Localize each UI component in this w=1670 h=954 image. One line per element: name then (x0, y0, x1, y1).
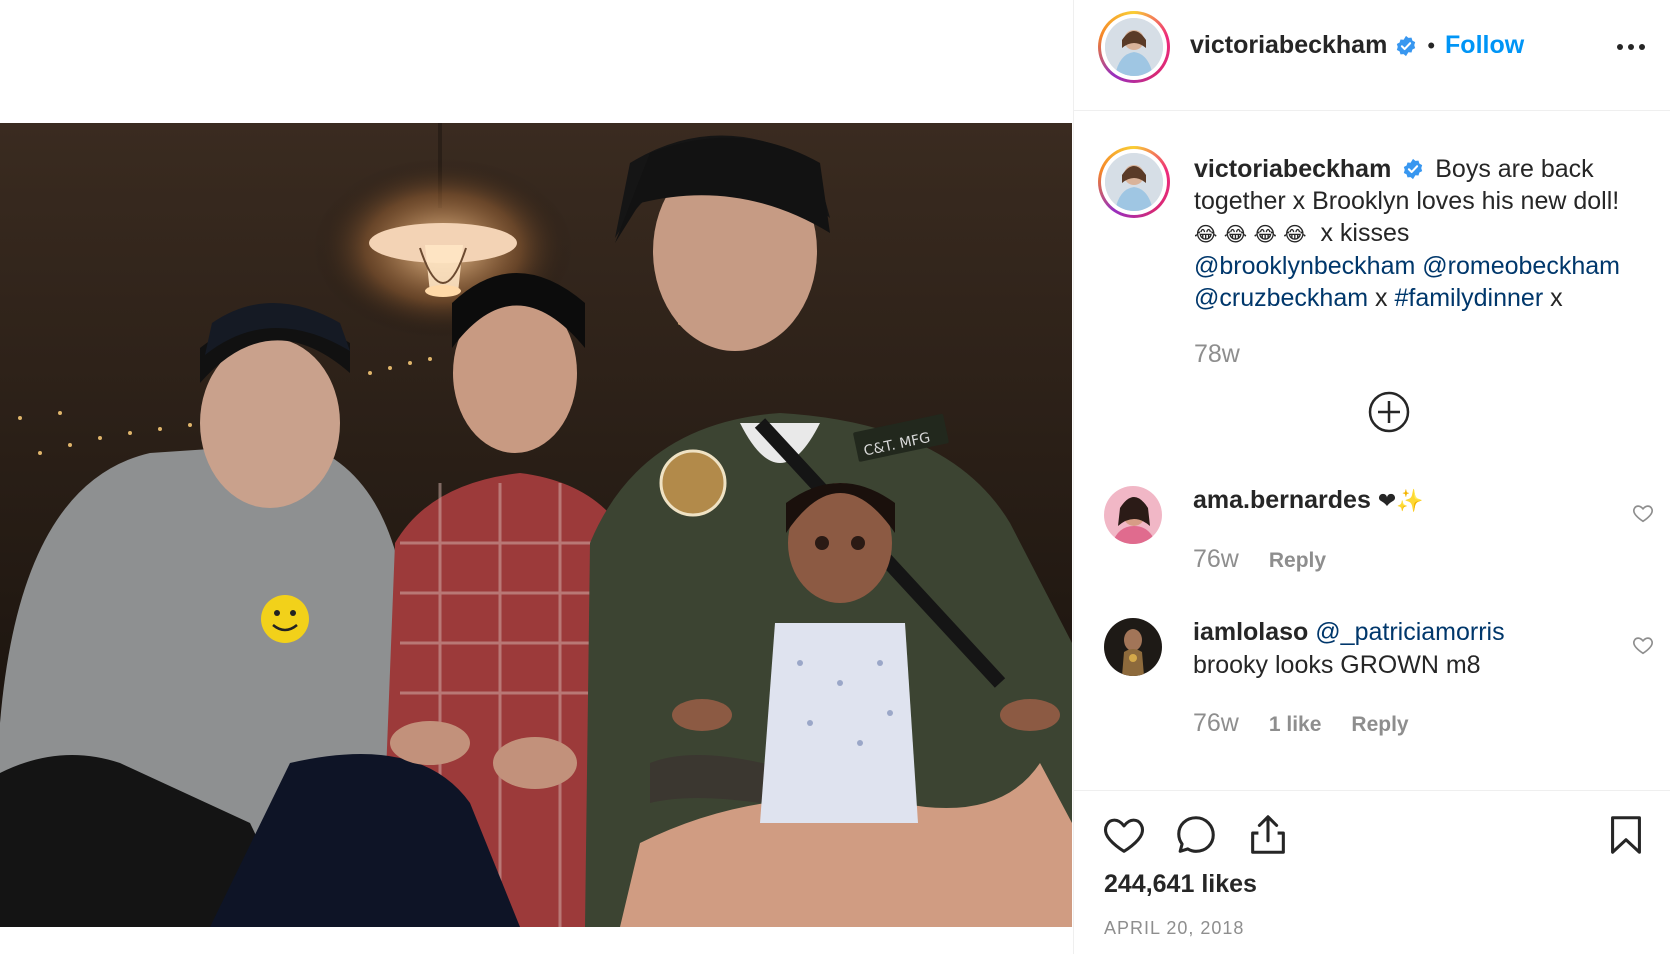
caption-line-1: Boys are back (1435, 155, 1594, 183)
comment-2-like-heart-icon[interactable] (1632, 634, 1654, 656)
photo-panel: C&T. MFG (0, 0, 1072, 954)
comment-1-row: ama.bernardes ❤✨ (1193, 486, 1424, 515)
comment-2-mention[interactable]: @_patriciamorris (1315, 618, 1504, 646)
post-side-panel: victoriabeckham • Follow victoriabeckham… (1073, 0, 1670, 954)
comment-1-age[interactable]: 76w (1193, 545, 1239, 574)
comment-2-age[interactable]: 76w (1193, 709, 1239, 738)
comment-2-meta: 76w 1 like Reply (1193, 709, 1409, 738)
plus-circle-icon[interactable] (1367, 390, 1411, 434)
comment-2-username[interactable]: iamlolaso (1193, 618, 1308, 646)
commenter-avatar-1[interactable] (1104, 486, 1162, 544)
caption-sep-x: x (1375, 284, 1388, 312)
caption-text: victoriabeckham Boys are back together x… (1194, 153, 1664, 314)
caption-username[interactable]: victoriabeckham (1194, 155, 1391, 183)
more-options-icon[interactable] (1613, 32, 1649, 62)
separator-dot: • (1427, 32, 1436, 58)
mention-romeo[interactable]: @romeobeckham (1422, 252, 1620, 280)
share-icon[interactable] (1245, 812, 1291, 858)
author-username[interactable]: victoriabeckham (1190, 31, 1387, 60)
caption-line-3: x kisses (1320, 219, 1410, 247)
comment-2-reply-button[interactable]: Reply (1351, 713, 1408, 737)
caption-emojis: 😂 😂 😂 😂 (1194, 222, 1307, 246)
mention-cruz[interactable]: @cruzbeckham (1194, 284, 1368, 312)
actions-divider (1073, 790, 1670, 791)
comment-2-likes[interactable]: 1 like (1269, 713, 1322, 737)
comment-1-like-heart-icon[interactable] (1632, 502, 1654, 524)
verified-badge-icon (1404, 158, 1423, 180)
comment-1-reply-button[interactable]: Reply (1269, 549, 1326, 573)
verified-badge-icon (1397, 35, 1416, 56)
post-header: victoriabeckham • Follow (1074, 0, 1670, 111)
comment-1-meta: 76w Reply (1193, 545, 1326, 574)
comment-2-row: iamlolaso @_patriciamorris (1193, 618, 1505, 647)
likes-count[interactable]: 244,641 likes (1104, 870, 1257, 899)
post-date[interactable]: APRIL 20, 2018 (1104, 918, 1244, 939)
comment-2-text: brooky looks GROWN m8 (1193, 651, 1481, 679)
post-photo[interactable]: C&T. MFG (0, 123, 1072, 927)
caption-end-x: x (1550, 284, 1563, 312)
comment-bubble-icon[interactable] (1173, 812, 1219, 858)
author-avatar[interactable] (1098, 11, 1170, 83)
caption-age[interactable]: 78w (1194, 340, 1240, 369)
heart-icon[interactable] (1101, 812, 1147, 858)
bookmark-icon[interactable] (1603, 812, 1649, 858)
caption-meta: 78w (1194, 340, 1240, 369)
caption-line-2: together x Brooklyn loves his new doll! (1194, 187, 1620, 215)
header-user-row: victoriabeckham • Follow (1190, 31, 1524, 60)
commenter-avatar-2[interactable] (1104, 618, 1162, 676)
comment-1-text: ❤✨ (1377, 489, 1424, 514)
hashtag-familydinner[interactable]: #familydinner (1394, 284, 1543, 312)
mention-brooklyn[interactable]: @brooklynbeckham (1194, 252, 1415, 280)
comment-1-username[interactable]: ama.bernardes (1193, 486, 1371, 514)
caption-avatar[interactable] (1098, 146, 1170, 218)
instagram-post-view: C&T. MFG victoriabeckham • Follow victor… (0, 0, 1670, 954)
follow-button[interactable]: Follow (1445, 31, 1524, 60)
